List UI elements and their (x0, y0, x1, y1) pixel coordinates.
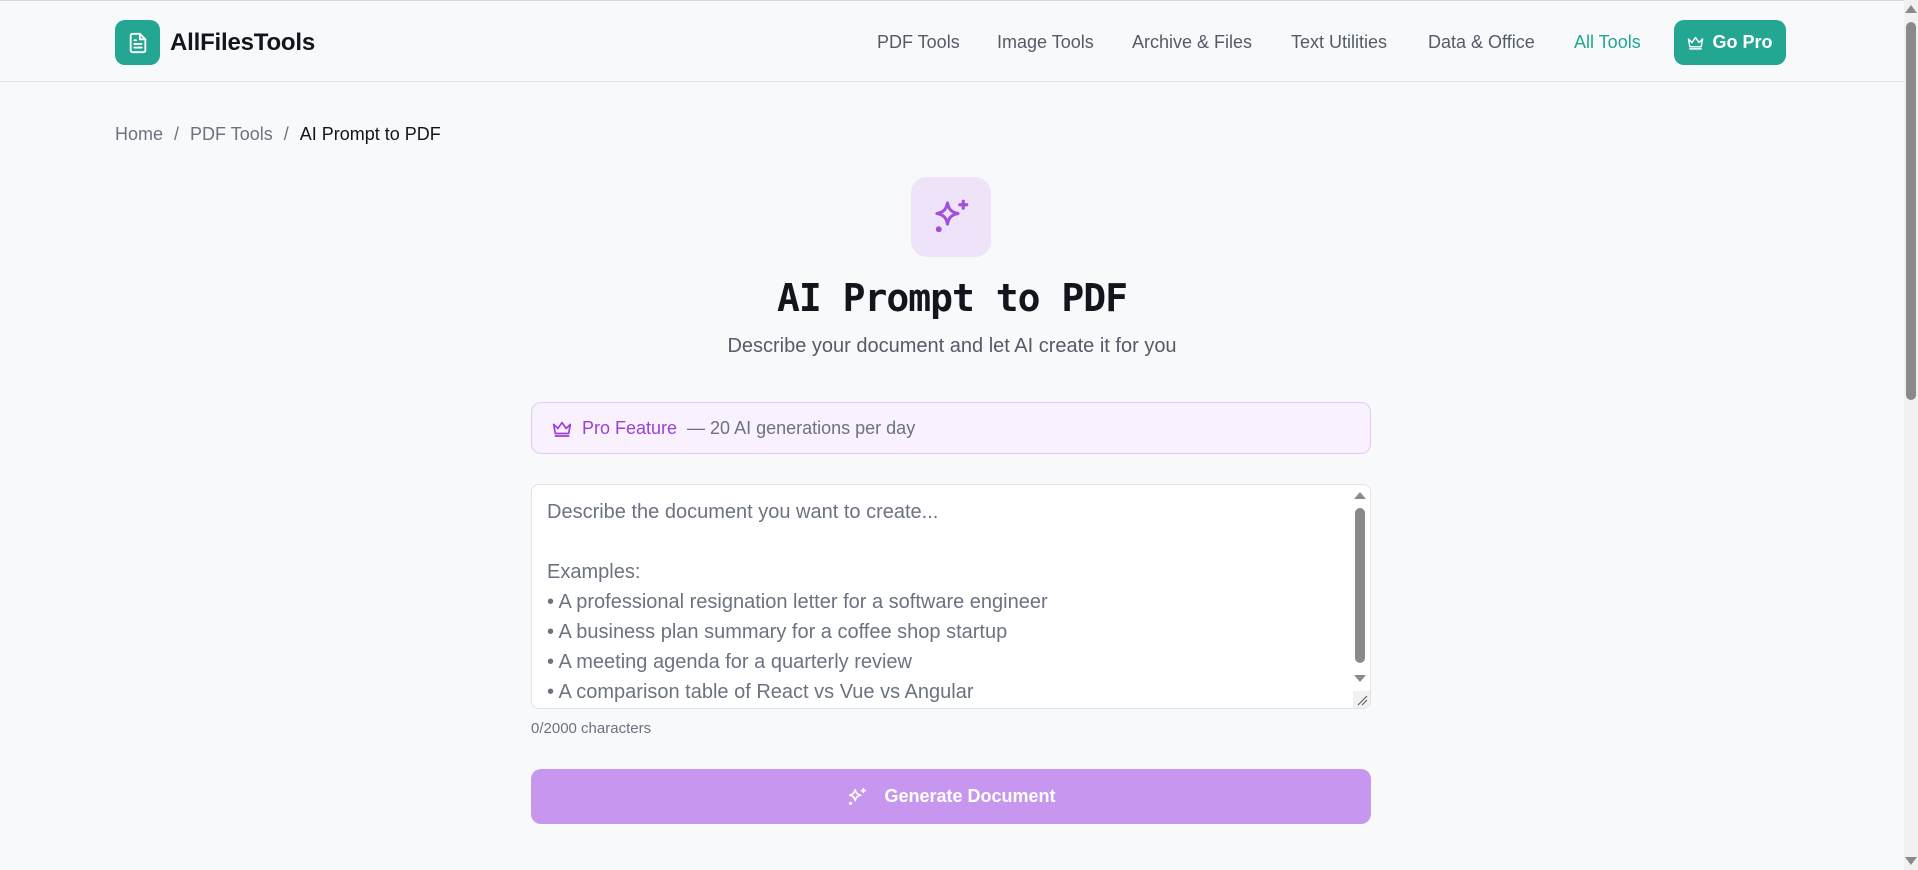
page-subtitle: Describe your document and let AI create… (727, 335, 1177, 357)
character-count: 0/2000 characters (531, 720, 652, 737)
scroll-up-icon[interactable] (1905, 5, 1917, 13)
breadcrumb: Home / PDF Tools / AI Prompt to PDF (115, 124, 441, 145)
go-pro-label: Go Pro (1712, 32, 1773, 52)
document-icon (115, 20, 160, 65)
scroll-down-icon[interactable] (1354, 675, 1366, 682)
page-scrollbar-thumb[interactable] (1906, 22, 1916, 400)
nav-data-office[interactable]: Data & Office (1428, 32, 1535, 53)
prompt-placeholder: Describe the document you want to create… (547, 501, 1048, 703)
page-title: AI Prompt to PDF (776, 276, 1128, 320)
textarea-scrollbar[interactable] (1353, 485, 1370, 708)
scroll-up-icon[interactable] (1354, 492, 1366, 499)
breadcrumb-pdf-tools[interactable]: PDF Tools (190, 124, 273, 145)
generate-document-button[interactable]: Generate Document (531, 769, 1371, 824)
page-scrollbar[interactable] (1904, 0, 1918, 870)
breadcrumb-current: AI Prompt to PDF (299, 124, 441, 144)
breadcrumb-separator: / (174, 124, 180, 144)
prompt-textarea[interactable]: Describe the document you want to create… (531, 484, 1371, 709)
sparkles-icon (849, 787, 867, 805)
resize-handle[interactable] (1353, 691, 1370, 708)
nav-archive-files[interactable]: Archive & Files (1132, 32, 1252, 53)
breadcrumb-separator: / (283, 124, 289, 144)
nav-image-tools[interactable]: Image Tools (997, 32, 1094, 53)
pro-feature-description: — 20 AI generations per day (687, 417, 916, 438)
scrollbar-thumb[interactable] (1355, 508, 1365, 663)
crown-icon (552, 421, 572, 437)
logo-text: AllFilesTools (170, 28, 315, 56)
breadcrumb-home[interactable]: Home (115, 124, 163, 145)
scroll-down-icon[interactable] (1905, 857, 1917, 865)
nav-all-tools[interactable]: All Tools (1574, 32, 1641, 53)
generate-button-label: Generate Document (884, 786, 1056, 806)
crown-icon (1688, 36, 1704, 50)
go-pro-button[interactable]: Go Pro (1674, 20, 1786, 65)
site-logo[interactable]: AllFilesTools (115, 20, 315, 65)
pro-feature-label: Pro Feature (582, 417, 678, 438)
sparkles-icon (911, 177, 991, 257)
site-header: AllFilesTools PDF Tools Image Tools Arch… (0, 0, 1904, 82)
pro-feature-banner: Pro Feature — 20 AI generations per day (531, 402, 1371, 454)
nav-pdf-tools[interactable]: PDF Tools (877, 32, 960, 53)
nav-text-utilities[interactable]: Text Utilities (1291, 32, 1387, 53)
